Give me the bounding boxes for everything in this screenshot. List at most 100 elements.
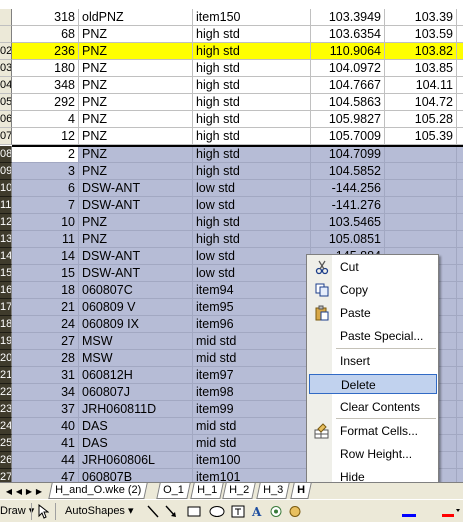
cell-value-1[interactable]: 104.0972 — [311, 60, 385, 77]
cell-type[interactable]: low std — [193, 265, 311, 282]
cell-value-2[interactable]: 103.39 — [385, 9, 457, 26]
wordart-icon[interactable]: A — [250, 504, 266, 519]
cell-value-2[interactable]: 105.28 — [385, 111, 457, 128]
sheet-tab[interactable]: H_2 — [222, 483, 256, 499]
cell-type[interactable]: high std — [193, 163, 311, 180]
cell-name[interactable]: 060807C — [79, 282, 193, 299]
table-row[interactable]: 10 6 DSW-ANT low std -144.256 — [0, 180, 463, 197]
table-row[interactable]: 13 11 PNZ high std 105.0851 — [0, 231, 463, 248]
table-row[interactable]: 12 10 PNZ high std 103.5465 — [0, 214, 463, 231]
cell-empty[interactable] — [457, 401, 463, 418]
cell-type[interactable]: high std — [193, 60, 311, 77]
menu-item-format-cells[interactable]: Format Cells... — [309, 421, 437, 441]
cell-name[interactable]: DSW-ANT — [79, 197, 193, 214]
cell-value-1[interactable]: 103.5465 — [311, 214, 385, 231]
cell-empty[interactable] — [457, 60, 463, 77]
cell-empty[interactable] — [457, 231, 463, 248]
cell-empty[interactable] — [457, 248, 463, 265]
select-objects-icon[interactable] — [37, 503, 51, 519]
cell-type[interactable]: item100 — [193, 452, 311, 469]
row-header[interactable]: 17 — [0, 299, 12, 316]
menu-item-cut[interactable]: Cut — [309, 257, 437, 277]
row-header[interactable]: 04 — [0, 77, 12, 94]
cell-number[interactable]: 14 — [12, 248, 79, 265]
cell-name[interactable]: MSW — [79, 350, 193, 367]
table-row[interactable]: 07 12 PNZ high std 105.7009 105.39 — [0, 128, 463, 145]
cell-value-1[interactable]: 103.3949 — [311, 9, 385, 26]
table-row[interactable]: 08 2 PNZ high std 104.7099 — [0, 146, 463, 163]
autoshapes-menu-button[interactable]: AutoShapes ▾ — [65, 504, 134, 519]
cell-type[interactable]: item150 — [193, 9, 311, 26]
table-row[interactable]: 11 7 DSW-ANT low std -141.276 — [0, 197, 463, 214]
cell-name[interactable]: PNZ — [79, 26, 193, 43]
row-header[interactable]: 25 — [0, 435, 12, 452]
cell-number[interactable]: 7 — [12, 197, 79, 214]
menu-item-delete[interactable]: Delete — [309, 374, 437, 394]
cell-number[interactable]: 11 — [12, 231, 79, 248]
cell-number[interactable]: 41 — [12, 435, 79, 452]
menu-item-paste-special[interactable]: Paste Special... — [309, 326, 437, 346]
cell-number[interactable]: 18 — [12, 282, 79, 299]
cell-empty[interactable] — [457, 43, 463, 60]
cell-type[interactable]: mid std — [193, 333, 311, 350]
cell-name[interactable]: PNZ — [79, 43, 193, 60]
cell-value-2[interactable] — [385, 146, 457, 163]
cell-name[interactable]: 060809 IX — [79, 316, 193, 333]
cell-empty[interactable] — [457, 299, 463, 316]
cell-name[interactable]: PNZ — [79, 77, 193, 94]
cell-empty[interactable] — [457, 26, 463, 43]
cell-empty[interactable] — [457, 180, 463, 197]
cell-value-1[interactable]: 103.6354 — [311, 26, 385, 43]
cell-number[interactable]: 37 — [12, 401, 79, 418]
cell-value-1[interactable]: 110.9064 — [311, 43, 385, 60]
cell-value-2[interactable] — [385, 163, 457, 180]
sheet-tab[interactable]: H_and_O.wke (2) — [48, 483, 148, 499]
cell-number[interactable]: 68 — [12, 26, 79, 43]
cell-empty[interactable] — [457, 469, 463, 482]
table-row[interactable]: 04 348 PNZ high std 104.7667 104.11 — [0, 77, 463, 94]
cell-type[interactable]: mid std — [193, 350, 311, 367]
cell-value-2[interactable] — [385, 231, 457, 248]
cell-number[interactable]: 318 — [12, 9, 79, 26]
cell-empty[interactable] — [457, 367, 463, 384]
cell-type[interactable]: low std — [193, 180, 311, 197]
cell-type[interactable]: item101 — [193, 469, 311, 482]
table-row[interactable]: 09 3 PNZ high std 104.5852 — [0, 163, 463, 180]
cell-type[interactable]: high std — [193, 43, 311, 60]
cell-number[interactable]: 292 — [12, 94, 79, 111]
cell-empty[interactable] — [457, 214, 463, 231]
next-sheet-button[interactable]: ▶ — [24, 486, 34, 497]
cell-number[interactable]: 44 — [12, 452, 79, 469]
sheet-tab[interactable]: H_3 — [256, 483, 290, 499]
cell-type[interactable]: high std — [193, 77, 311, 94]
cell-value-2[interactable]: 104.11 — [385, 77, 457, 94]
row-header[interactable]: 16 — [0, 282, 12, 299]
cell-name[interactable]: DSW-ANT — [79, 180, 193, 197]
cell-type[interactable]: high std — [193, 231, 311, 248]
cell-value-2[interactable] — [385, 197, 457, 214]
cell-number[interactable]: 236 — [12, 43, 79, 60]
cell-name[interactable]: DSW-ANT — [79, 265, 193, 282]
cell-value-2[interactable] — [385, 180, 457, 197]
cell-number[interactable]: 27 — [12, 333, 79, 350]
cell-type[interactable]: high std — [193, 214, 311, 231]
textbox-icon[interactable] — [230, 504, 246, 519]
cell-empty[interactable] — [457, 146, 463, 163]
table-row[interactable]: 318 oldPNZ item150 103.3949 103.39 — [0, 9, 463, 26]
cell-empty[interactable] — [457, 435, 463, 452]
cell-number[interactable]: 2 — [12, 146, 79, 163]
cell-name[interactable]: PNZ — [79, 214, 193, 231]
row-header[interactable]: 22 — [0, 384, 12, 401]
menu-item-clear-contents[interactable]: Clear Contents — [309, 397, 437, 417]
row-header[interactable]: 10 — [0, 180, 12, 197]
cell-name[interactable]: 060807B — [79, 469, 193, 482]
cell-name[interactable]: oldPNZ — [79, 9, 193, 26]
cell-value-1[interactable]: 104.5852 — [311, 163, 385, 180]
cell-value-1[interactable]: 104.7099 — [311, 146, 385, 163]
cell-type[interactable]: low std — [193, 248, 311, 265]
sheet-tab[interactable]: O_1 — [156, 483, 191, 499]
row-header[interactable]: 03 — [0, 60, 12, 77]
cell-value-1[interactable]: 104.5863 — [311, 94, 385, 111]
cell-name[interactable]: 060807J — [79, 384, 193, 401]
cell-value-1[interactable]: 105.0851 — [311, 231, 385, 248]
